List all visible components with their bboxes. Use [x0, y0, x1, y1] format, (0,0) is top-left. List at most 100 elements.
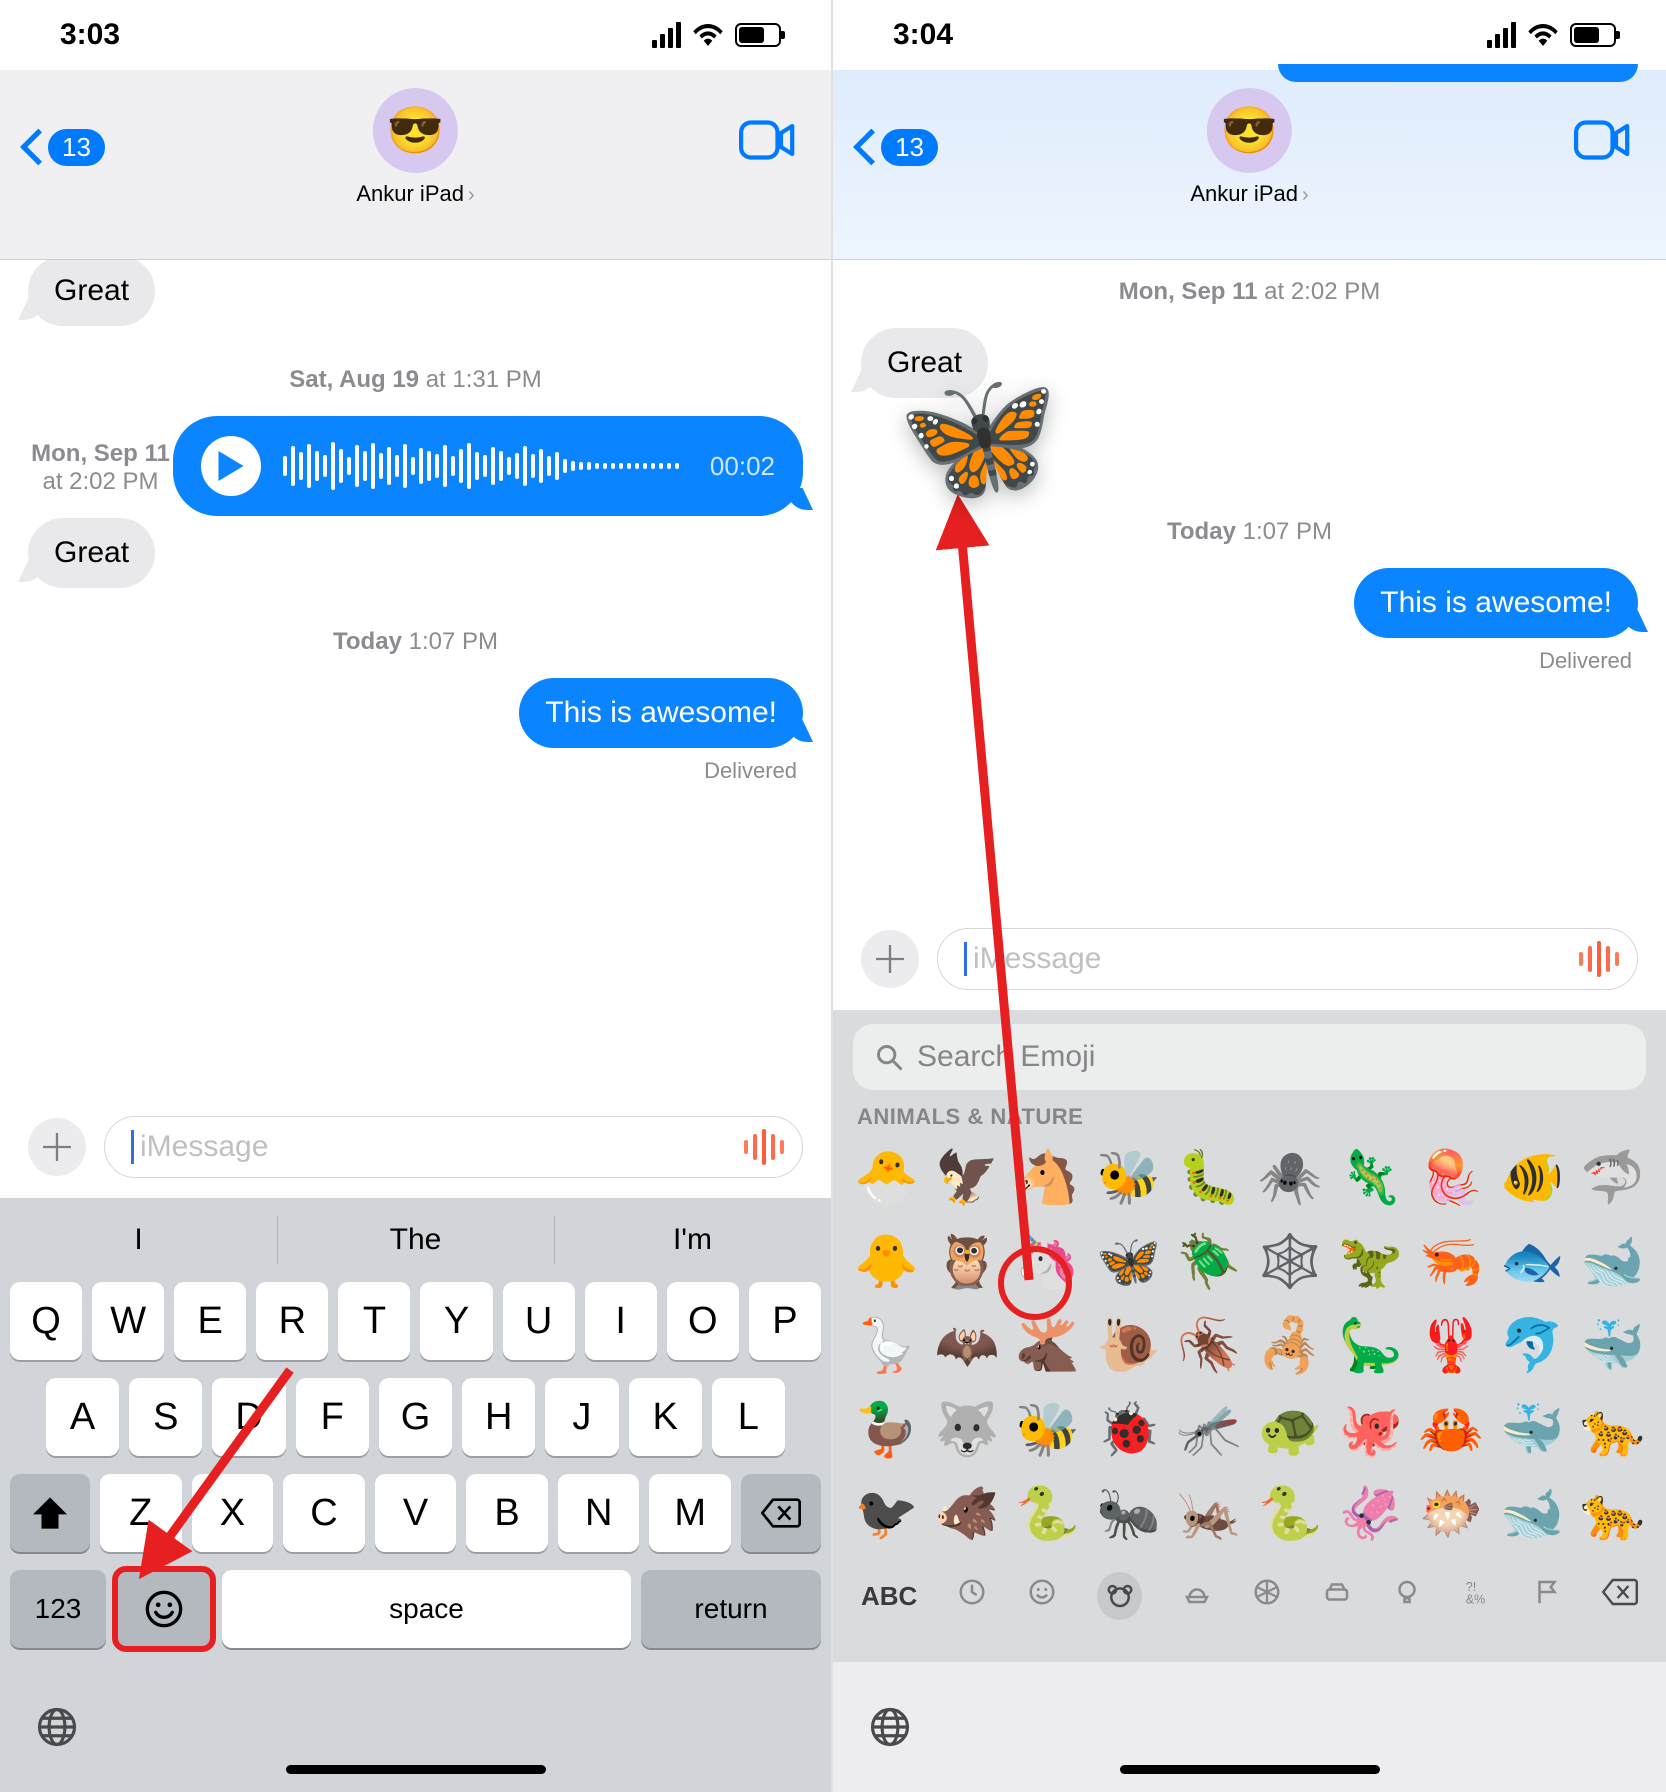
emoji-cell[interactable]: 🦎	[1333, 1138, 1408, 1216]
emoji-cell[interactable]: 🪼	[1414, 1138, 1489, 1216]
emoji-cell[interactable]: 🐦‍⬛	[849, 1474, 924, 1552]
key-z[interactable]: Z	[100, 1474, 182, 1552]
incoming-bubble[interactable]: Great	[28, 260, 155, 326]
message-input[interactable]: iMessage	[104, 1116, 803, 1178]
emoji-cell[interactable]: 🐳	[1495, 1390, 1570, 1468]
emoji-cell[interactable]: 🦗	[1172, 1474, 1247, 1552]
emoji-cell[interactable]: 🐋	[1575, 1222, 1650, 1300]
emoji-cell[interactable]: 🐛	[1172, 1138, 1247, 1216]
emoji-cell[interactable]: 🦋	[1091, 1222, 1166, 1300]
prediction[interactable]: I'm	[554, 1198, 831, 1282]
globe-icon[interactable]	[36, 1706, 78, 1748]
add-button[interactable]	[28, 1118, 86, 1176]
key-m[interactable]: M	[649, 1474, 731, 1552]
audio-message-bubble[interactable]: 00:02	[173, 416, 803, 516]
key-f[interactable]: F	[296, 1378, 369, 1456]
emoji-cell[interactable]: 🪳	[1172, 1306, 1247, 1384]
emoji-cell[interactable]: 🐝	[1091, 1138, 1166, 1216]
emoji-cell[interactable]: 🦂	[1252, 1306, 1327, 1384]
emoji-cell[interactable]: 🐺	[930, 1390, 1005, 1468]
emoji-cell[interactable]: 🐜	[1091, 1474, 1166, 1552]
emoji-cell[interactable]: 🪲	[1172, 1222, 1247, 1300]
emoji-cell[interactable]: 🐳	[1575, 1306, 1650, 1384]
emoji-cell[interactable]: 🦞	[1414, 1306, 1489, 1384]
key-y[interactable]: Y	[420, 1282, 492, 1360]
return-key[interactable]: return	[641, 1570, 821, 1648]
numbers-key[interactable]: 123	[10, 1570, 106, 1648]
key-l[interactable]: L	[712, 1378, 785, 1456]
audio-record-button[interactable]	[744, 1129, 784, 1165]
emoji-cell[interactable]: 🐥	[849, 1222, 924, 1300]
emoji-cell[interactable]: 🐡	[1414, 1474, 1489, 1552]
audio-record-button[interactable]	[1579, 941, 1619, 977]
emoji-cell[interactable]: 🐆	[1575, 1390, 1650, 1468]
key-q[interactable]: Q	[10, 1282, 82, 1360]
message-input[interactable]: iMessage	[937, 928, 1638, 990]
emoji-cell[interactable]: 🕷️	[1252, 1138, 1327, 1216]
emoji-cell[interactable]: 🦇	[930, 1306, 1005, 1384]
emoji-cell[interactable]: 🦑	[1333, 1474, 1408, 1552]
globe-icon[interactable]	[869, 1706, 911, 1748]
key-c[interactable]: C	[283, 1474, 365, 1552]
key-r[interactable]: R	[256, 1282, 328, 1360]
emoji-cell[interactable]: 🐬	[1495, 1306, 1570, 1384]
messages-list[interactable]: Great Sat, Aug 19 at 1:31 PM 00:02 Mon, …	[0, 260, 831, 1100]
outgoing-bubble[interactable]: This is awesome!	[519, 678, 803, 748]
emoji-cell[interactable]: 🦕	[1333, 1306, 1408, 1384]
messages-list[interactable]: Mon, Sep 11 at 2:02 PM Great Today 1:07 …	[833, 260, 1666, 912]
cat-travel[interactable]	[1322, 1577, 1352, 1615]
emoji-cell[interactable]: 🐣	[849, 1138, 924, 1216]
emoji-cell[interactable]: 🕸️	[1252, 1222, 1327, 1300]
cat-smileys[interactable]	[1027, 1577, 1057, 1615]
key-k[interactable]: K	[629, 1378, 702, 1456]
emoji-cell[interactable]: 🐗	[930, 1474, 1005, 1552]
dragged-emoji-sticker[interactable]: 🦋	[897, 360, 1059, 513]
emoji-cell[interactable]: 🐋	[1495, 1474, 1570, 1552]
space-key[interactable]: space	[222, 1570, 631, 1648]
facetime-button[interactable]	[739, 120, 795, 165]
home-indicator[interactable]	[286, 1765, 546, 1774]
cat-activity[interactable]	[1252, 1577, 1282, 1615]
outgoing-bubble[interactable]: This is awesome!	[1354, 568, 1638, 638]
prediction[interactable]: I	[0, 1198, 277, 1282]
key-u[interactable]: U	[503, 1282, 575, 1360]
emoji-cell[interactable]: 🦉	[930, 1222, 1005, 1300]
key-j[interactable]: J	[545, 1378, 618, 1456]
contact-header[interactable]: 😎 Ankur iPad›	[356, 88, 474, 207]
key-h[interactable]: H	[462, 1378, 535, 1456]
contact-header[interactable]: 😎 Ankur iPad›	[1190, 88, 1308, 207]
key-e[interactable]: E	[174, 1282, 246, 1360]
emoji-cell[interactable]: 🦀	[1414, 1390, 1489, 1468]
emoji-keyboard-key[interactable]	[116, 1570, 212, 1648]
play-button[interactable]	[201, 436, 261, 496]
emoji-cell[interactable]: 🐴	[1010, 1138, 1085, 1216]
back-button[interactable]: 13	[20, 128, 105, 166]
facetime-button[interactable]	[1574, 120, 1630, 165]
cat-flags[interactable]	[1532, 1577, 1562, 1615]
prediction[interactable]: The	[277, 1198, 554, 1282]
emoji-cell[interactable]: 🦟	[1172, 1390, 1247, 1468]
emoji-cell[interactable]: 🐍	[1010, 1474, 1085, 1552]
backspace-key[interactable]	[741, 1474, 821, 1552]
key-g[interactable]: G	[379, 1378, 452, 1456]
key-p[interactable]: P	[749, 1282, 821, 1360]
home-indicator[interactable]	[1120, 1765, 1380, 1774]
emoji-cell[interactable]: 🐙	[1333, 1390, 1408, 1468]
incoming-bubble[interactable]: Great	[28, 518, 155, 588]
emoji-search-input[interactable]: Search Emoji	[853, 1024, 1646, 1090]
add-button[interactable]	[861, 930, 919, 988]
key-o[interactable]: O	[667, 1282, 739, 1360]
emoji-cell[interactable]: 🐝	[1010, 1390, 1085, 1468]
cat-food[interactable]	[1182, 1577, 1212, 1615]
back-button[interactable]: 13	[853, 128, 938, 166]
key-x[interactable]: X	[192, 1474, 274, 1552]
cat-objects[interactable]	[1392, 1577, 1422, 1615]
emoji-cell[interactable]: 🐞	[1091, 1390, 1166, 1468]
key-a[interactable]: A	[46, 1378, 119, 1456]
key-n[interactable]: N	[558, 1474, 640, 1552]
key-w[interactable]: W	[92, 1282, 164, 1360]
backspace-key[interactable]	[1602, 1578, 1638, 1614]
key-s[interactable]: S	[129, 1378, 202, 1456]
abc-key[interactable]: ABC	[861, 1581, 917, 1612]
emoji-cell[interactable]: 🪿	[849, 1306, 924, 1384]
